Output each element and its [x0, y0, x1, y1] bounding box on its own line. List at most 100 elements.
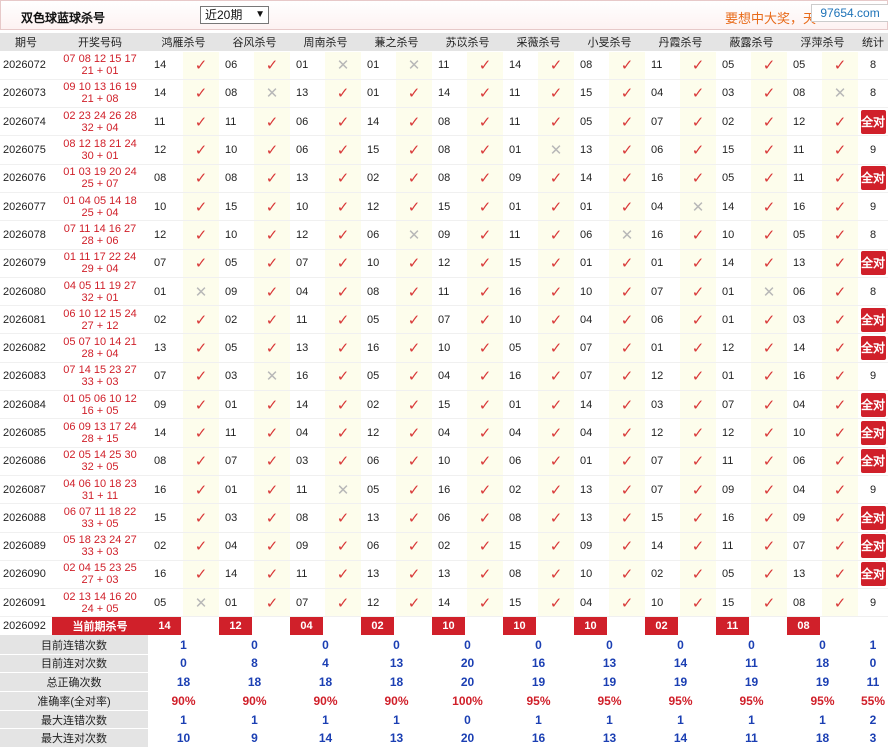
kill-number: 01 [503, 390, 538, 420]
check-icon: ✓ [183, 333, 219, 363]
kill-number: 12 [716, 333, 751, 363]
stat-row: 目前连对次数 0 8 4 13 20 16 13 14 11 18 0 [0, 654, 888, 674]
check-icon: ✓ [254, 305, 290, 335]
check-icon: ✓ [751, 220, 787, 250]
period-cell: 2026083 [0, 362, 52, 392]
count-cell: 全对 [858, 333, 888, 363]
draw-line-1: 09 10 13 16 19 [63, 81, 137, 94]
cross-icon: ✕ [396, 220, 432, 250]
kill-number: 02 [716, 107, 751, 137]
draw-numbers: 01 11 17 22 24 29 + 04 [52, 249, 148, 278]
check-icon: ✓ [538, 560, 574, 590]
kill-number: 13 [432, 560, 467, 590]
check-icon: ✓ [538, 305, 574, 335]
stat-value: 19 [503, 672, 574, 692]
period-range-select[interactable]: 近20期 ▼ [200, 6, 269, 24]
kill-number: 10 [432, 333, 467, 363]
draw-line-1: 01 05 06 10 12 [63, 392, 137, 405]
check-icon: ✓ [609, 532, 645, 561]
kill-number: 07 [290, 249, 325, 278]
draw-line-2: 28 + 04 [81, 348, 119, 361]
check-icon: ✓ [254, 418, 290, 448]
kill-number: 04 [645, 79, 680, 109]
check-icon: ✓ [680, 390, 716, 420]
stat-value: 0 [574, 635, 645, 655]
draw-line-1: 08 12 18 21 24 [63, 138, 137, 151]
draw-line-1: 04 05 11 19 27 [63, 279, 137, 292]
draw-line-2: 27 + 03 [81, 574, 119, 587]
draw-line-2: 28 + 06 [81, 234, 119, 247]
check-icon: ✓ [822, 333, 858, 363]
kill-number: 12 [361, 192, 396, 222]
count-cell: 8 [858, 51, 888, 80]
check-icon: ✓ [467, 220, 503, 250]
kill-number: 08 [503, 560, 538, 590]
check-icon: ✓ [751, 532, 787, 561]
draw-line-1: 06 09 13 17 24 [63, 421, 137, 433]
period-cell: 2026086 [0, 447, 52, 476]
check-icon: ✓ [609, 79, 645, 109]
check-icon: ✓ [396, 333, 432, 363]
kill-number: 06 [787, 447, 822, 476]
kill-number: 14 [148, 51, 183, 80]
stat-label: 最大连错次数 [0, 710, 148, 730]
check-icon: ✓ [751, 503, 787, 533]
table-row: 2026090 02 04 15 23 25 27 + 03 16 ✓ 14 ✓ 11 ✓ 13 ✓… [0, 560, 888, 590]
stat-value: 18 [290, 672, 361, 692]
period-cell: 2026079 [0, 249, 52, 278]
top-bar: 双色球蓝球杀号 近20期 ▼ 要想中大奖，天 97654.com [0, 0, 888, 30]
kill-number: 07 [645, 107, 680, 137]
check-icon: ✓ [183, 79, 219, 109]
stat-value: 90% [290, 691, 361, 711]
current-kill-number: 14 [148, 617, 181, 636]
kill-number: 09 [432, 220, 467, 250]
kill-number: 15 [503, 588, 538, 618]
kill-number: 07 [574, 362, 609, 392]
all-correct-badge: 全对 [860, 449, 886, 474]
period-cell: 2026081 [0, 305, 52, 335]
check-icon: ✓ [183, 503, 219, 533]
kill-number: 08 [787, 588, 822, 618]
kill-number: 01 [361, 79, 396, 109]
kill-number: 06 [432, 503, 467, 533]
stat-value: 8 [219, 654, 290, 674]
stat-value: 19 [574, 672, 645, 692]
draw-line-1: 05 07 10 14 21 [63, 336, 137, 349]
kill-number: 14 [787, 333, 822, 363]
check-icon: ✓ [609, 560, 645, 590]
check-icon: ✓ [822, 447, 858, 476]
page-title: 双色球蓝球杀号 [21, 11, 106, 25]
stat-value: 19 [787, 672, 858, 692]
table-row: 2026081 06 10 12 15 24 27 + 12 02 ✓ 02 ✓ 11 ✓ 05 ✓… [0, 305, 888, 335]
kill-number: 14 [645, 532, 680, 561]
header-expert-4: 蒹之杀号 [361, 33, 432, 52]
period-cell: 2026089 [0, 532, 52, 561]
check-icon: ✓ [254, 164, 290, 193]
current-kill-cell: 08 [787, 617, 858, 636]
kill-number: 11 [290, 475, 325, 505]
check-icon: ✓ [396, 362, 432, 392]
draw-numbers: 01 05 06 10 12 16 + 05 [52, 390, 148, 420]
count-cell: 9 [858, 475, 888, 505]
kill-number: 05 [361, 362, 396, 392]
slogan-text: 要想中大奖，天 [725, 11, 817, 26]
check-icon: ✓ [254, 220, 290, 250]
stat-value: 0 [787, 635, 858, 655]
table-row: 2026072 07 08 12 15 17 21 + 01 14 ✓ 06 ✓ 01 ✕ 01 ✕… [0, 51, 888, 80]
stat-value: 95% [503, 691, 574, 711]
current-kill-number: 02 [361, 617, 394, 636]
draw-line-2: 25 + 04 [81, 206, 119, 219]
stat-value: 1 [148, 710, 219, 730]
kill-number: 14 [432, 588, 467, 618]
check-icon: ✓ [325, 333, 361, 363]
check-icon: ✓ [254, 503, 290, 533]
table-row: 2026073 09 10 13 16 19 21 + 08 14 ✓ 08 ✕ 13 ✓ 01 ✓… [0, 79, 888, 109]
current-kill-cell: 10 [503, 617, 574, 636]
kill-number: 07 [574, 333, 609, 363]
check-icon: ✓ [609, 588, 645, 618]
kill-number: 15 [503, 532, 538, 561]
kill-number: 15 [432, 390, 467, 420]
stat-value: 0 [645, 635, 716, 655]
check-icon: ✓ [254, 249, 290, 278]
stat-value: 14 [290, 728, 361, 747]
